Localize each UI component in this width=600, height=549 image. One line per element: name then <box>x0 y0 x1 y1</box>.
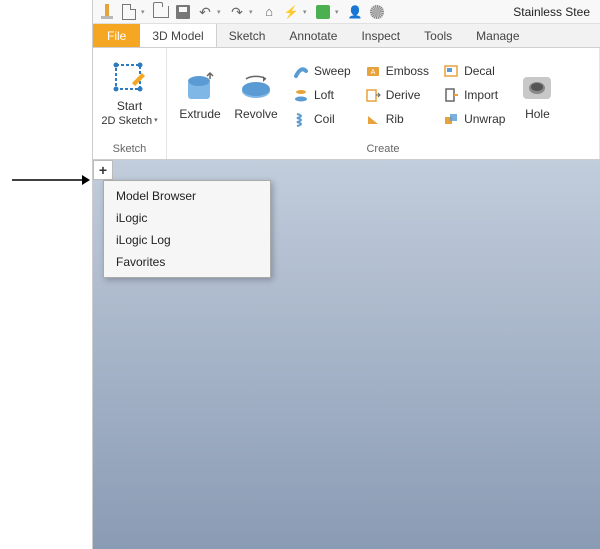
panel-sketch: Start 2D Sketch▾ Sketch <box>93 48 167 159</box>
panel-sketch-label: Sketch <box>93 141 166 159</box>
filter-dropdown[interactable]: ▾ <box>303 8 311 16</box>
quick-access-toolbar: ▾ ↶ ▾ ↷ ▾ ⌂ ⚡ ▾ ▾ 👤 Stainless Stee <box>93 0 600 24</box>
extrude-label: Extrude <box>179 107 220 121</box>
undo-button[interactable]: ↶ <box>195 2 215 22</box>
save-button[interactable] <box>173 2 193 22</box>
coil-button[interactable]: Coil <box>289 108 355 130</box>
sweep-icon <box>293 63 309 79</box>
hole-label: Hole <box>525 107 550 121</box>
decal-button[interactable]: Decal <box>439 60 509 82</box>
tab-annotate[interactable]: Annotate <box>277 24 349 47</box>
ribbon-tabs: File 3D Model Sketch Annotate Inspect To… <box>93 24 600 48</box>
model-canvas[interactable]: + Model Browser iLogic iLogic Log Favori… <box>93 160 600 549</box>
popup-item-ilogic[interactable]: iLogic <box>104 207 270 229</box>
revolve-label: Revolve <box>234 107 277 121</box>
emboss-label: Emboss <box>386 64 429 78</box>
coil-label: Coil <box>314 112 335 126</box>
revolve-icon <box>238 69 274 105</box>
start-sketch-label2: 2D Sketch <box>101 115 152 128</box>
appearance-button[interactable] <box>313 2 333 22</box>
tab-sketch[interactable]: Sketch <box>217 24 278 47</box>
add-browser-button[interactable]: + <box>93 160 113 180</box>
svg-text:A: A <box>370 69 375 76</box>
import-button[interactable]: Import <box>439 84 509 106</box>
loft-button[interactable]: Loft <box>289 84 355 106</box>
derive-label: Derive <box>386 88 421 102</box>
appearance-dropdown[interactable]: ▾ <box>335 8 343 16</box>
coil-icon <box>293 111 309 127</box>
unwrap-icon <box>443 111 459 127</box>
start-sketch-icon <box>112 61 148 97</box>
unwrap-button[interactable]: Unwrap <box>439 108 509 130</box>
redo-dropdown[interactable]: ▾ <box>249 8 257 16</box>
rib-label: Rib <box>386 112 404 126</box>
tab-file[interactable]: File <box>93 24 140 47</box>
emboss-icon: A <box>365 63 381 79</box>
tab-tools[interactable]: Tools <box>412 24 464 47</box>
decal-label: Decal <box>464 64 495 78</box>
revolve-button[interactable]: Revolve <box>229 69 283 121</box>
tab-inspect[interactable]: Inspect <box>349 24 412 47</box>
sweep-label: Sweep <box>314 64 351 78</box>
tab-3d-model[interactable]: 3D Model <box>140 24 216 47</box>
new-file-dropdown[interactable]: ▾ <box>141 8 149 16</box>
panel-create-label: Create <box>167 141 599 159</box>
start-2d-sketch-button[interactable]: Start 2D Sketch▾ <box>99 61 160 128</box>
globe-icon[interactable] <box>367 2 387 22</box>
start-sketch-label1: Start <box>117 99 142 113</box>
extrude-icon <box>182 69 218 105</box>
home-button[interactable]: ⌂ <box>259 2 279 22</box>
app-window: ▾ ↶ ▾ ↷ ▾ ⌂ ⚡ ▾ ▾ 👤 Stainless Stee File … <box>92 0 600 549</box>
popup-item-model-browser[interactable]: Model Browser <box>104 185 270 207</box>
material-selector[interactable]: Stainless Stee <box>507 5 596 19</box>
hole-button[interactable]: Hole <box>515 69 559 121</box>
loft-icon <box>293 87 309 103</box>
import-label: Import <box>464 88 498 102</box>
sweep-button[interactable]: Sweep <box>289 60 355 82</box>
user-button[interactable]: 👤 <box>345 2 365 22</box>
popup-item-favorites[interactable]: Favorites <box>104 251 270 273</box>
extrude-button[interactable]: Extrude <box>173 69 227 121</box>
emboss-button[interactable]: A Emboss <box>361 60 433 82</box>
chevron-down-icon: ▾ <box>154 117 158 125</box>
rib-icon <box>365 111 381 127</box>
rib-button[interactable]: Rib <box>361 108 433 130</box>
undo-dropdown[interactable]: ▾ <box>217 8 225 16</box>
tab-manage[interactable]: Manage <box>464 24 531 47</box>
filter-button[interactable]: ⚡ <box>281 2 301 22</box>
loft-label: Loft <box>314 88 334 102</box>
panel-create: Extrude Revolve Sweep Lof <box>167 48 600 159</box>
annotation-arrow <box>12 172 90 188</box>
redo-button[interactable]: ↷ <box>227 2 247 22</box>
inventor-logo-icon <box>97 2 117 22</box>
popup-item-ilogic-log[interactable]: iLogic Log <box>104 229 270 251</box>
open-file-button[interactable] <box>151 2 171 22</box>
import-icon <box>443 87 459 103</box>
derive-button[interactable]: Derive <box>361 84 433 106</box>
hole-icon <box>519 69 555 105</box>
ribbon: Start 2D Sketch▾ Sketch Extrude <box>93 48 600 160</box>
unwrap-label: Unwrap <box>464 112 505 126</box>
derive-icon <box>365 87 381 103</box>
browser-popup: Model Browser iLogic iLogic Log Favorite… <box>103 180 271 278</box>
new-file-button[interactable] <box>119 2 139 22</box>
decal-icon <box>443 63 459 79</box>
